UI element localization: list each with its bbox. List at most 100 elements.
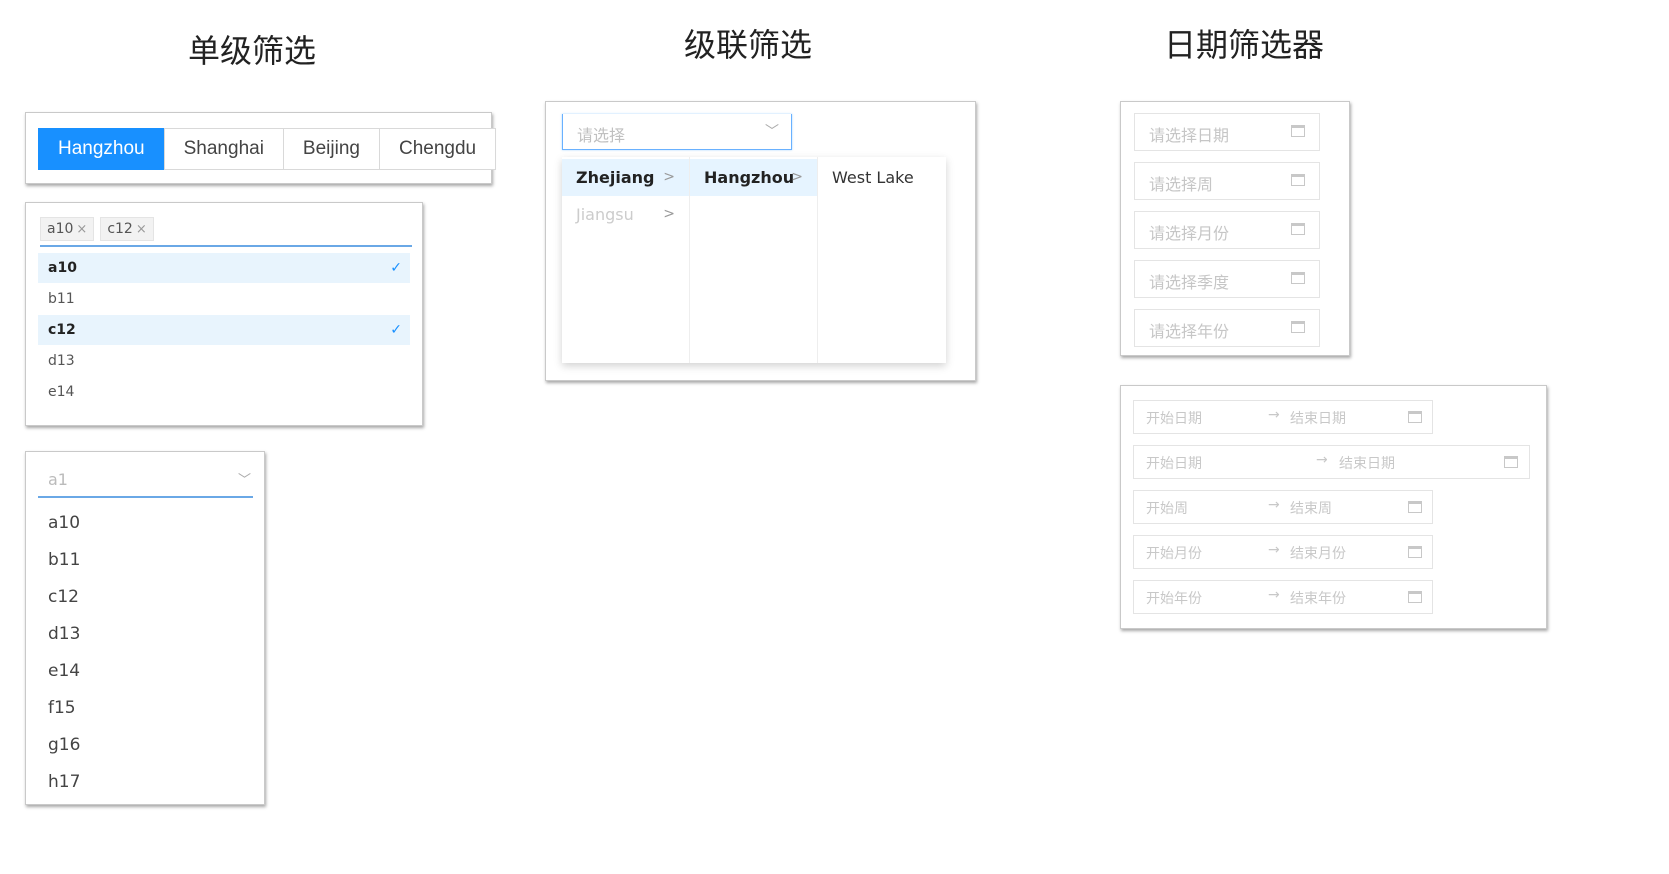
selected-tag: a10 × bbox=[40, 217, 95, 241]
range-start-placeholder: 开始年份 bbox=[1146, 591, 1202, 607]
range-start-placeholder: 开始日期 bbox=[1146, 456, 1202, 472]
list-item[interactable]: g16 bbox=[48, 735, 80, 755]
radio-option-beijing[interactable]: Beijing bbox=[282, 128, 380, 170]
cascader-item-hangzhou[interactable]: Hangzhou > bbox=[690, 159, 817, 196]
tag-label: a10 bbox=[47, 221, 74, 237]
option-label: e14 bbox=[48, 384, 75, 400]
range-picker-panel: 开始日期 → 结束日期 开始日期 → 结束日期 开始周 → 结束周 开始月份 →… bbox=[1120, 385, 1547, 629]
date-picker-placeholder: 请选择周 bbox=[1149, 175, 1214, 194]
range-end-placeholder: 结束日期 bbox=[1339, 456, 1395, 472]
radio-option-shanghai[interactable]: Shanghai bbox=[163, 128, 284, 170]
range-end-placeholder: 结束周 bbox=[1290, 501, 1332, 517]
calendar-icon bbox=[1291, 125, 1305, 137]
cascader-item-label: Zhejiang bbox=[576, 168, 655, 187]
calendar-icon bbox=[1291, 321, 1305, 333]
range-start-placeholder: 开始月份 bbox=[1146, 546, 1202, 562]
section-title-date: 日期筛选器 bbox=[1164, 26, 1325, 64]
check-icon: ✓ bbox=[390, 260, 402, 276]
calendar-icon bbox=[1408, 546, 1422, 558]
list-item[interactable]: a10 bbox=[48, 513, 80, 533]
calendar-icon bbox=[1408, 501, 1422, 513]
chevron-right-icon: > bbox=[663, 206, 675, 222]
list-item[interactable]: b11 bbox=[48, 550, 80, 570]
multi-option-c12[interactable]: c12 ✓ bbox=[38, 315, 410, 345]
tag-label: c12 bbox=[107, 221, 133, 237]
option-label: c12 bbox=[48, 322, 76, 338]
range-end-placeholder: 结束月份 bbox=[1290, 546, 1346, 562]
tag-remove-icon[interactable]: × bbox=[136, 222, 147, 237]
cascader-column-city: Hangzhou > bbox=[690, 157, 818, 363]
arrow-right-icon: → bbox=[1316, 452, 1328, 468]
arrow-right-icon: → bbox=[1268, 587, 1280, 603]
cascader-column-province: Zhejiang > Jiangsu > bbox=[562, 157, 690, 363]
radio-group-panel: Hangzhou Shanghai Beijing Chengdu bbox=[25, 112, 497, 184]
cascader-menu: Zhejiang > Jiangsu > Hangzhou > West Lake bbox=[562, 157, 946, 363]
cascader-input[interactable]: 请选择 ﹀ bbox=[562, 114, 792, 150]
tag-remove-icon[interactable]: × bbox=[76, 222, 87, 237]
cascader-item-zhejiang[interactable]: Zhejiang > bbox=[562, 159, 689, 196]
date-picker-year[interactable]: 请选择年份 bbox=[1134, 309, 1320, 347]
list-item[interactable]: c12 bbox=[48, 587, 79, 607]
date-picker-placeholder: 请选择日期 bbox=[1149, 126, 1230, 145]
arrow-right-icon: → bbox=[1268, 407, 1280, 423]
chevron-right-icon: > bbox=[791, 169, 803, 185]
range-start-placeholder: 开始日期 bbox=[1146, 411, 1202, 427]
date-picker-placeholder: 请选择年份 bbox=[1149, 322, 1230, 341]
cascader-panel: 请选择 ﹀ Zhejiang > Jiangsu > Hangzhou > West … bbox=[545, 101, 976, 381]
calendar-icon bbox=[1504, 456, 1518, 468]
cascader-item-jiangsu[interactable]: Jiangsu > bbox=[562, 196, 689, 233]
cascader-placeholder: 请选择 bbox=[577, 126, 626, 145]
arrow-right-icon: → bbox=[1268, 542, 1280, 558]
multi-option-e14[interactable]: e14 bbox=[38, 377, 410, 407]
check-icon: ✓ bbox=[390, 322, 402, 338]
multi-option-a10[interactable]: a10 ✓ bbox=[38, 253, 410, 283]
radio-option-hangzhou[interactable]: Hangzhou bbox=[38, 128, 165, 170]
range-picker-year[interactable]: 开始年份 → 结束年份 bbox=[1133, 580, 1433, 614]
multi-select-input[interactable]: a10 × c12 × bbox=[40, 217, 412, 247]
range-picker-week[interactable]: 开始周 → 结束周 bbox=[1133, 490, 1433, 524]
range-end-placeholder: 结束日期 bbox=[1290, 411, 1346, 427]
range-end-placeholder: 结束年份 bbox=[1290, 591, 1346, 607]
single-select-input[interactable]: a1 ﹀ bbox=[38, 466, 253, 498]
calendar-icon bbox=[1408, 411, 1422, 423]
cascader-item-label: Hangzhou bbox=[704, 168, 795, 187]
section-title-single: 单级筛选 bbox=[188, 32, 317, 70]
range-picker-month[interactable]: 开始月份 → 结束月份 bbox=[1133, 535, 1433, 569]
list-item[interactable]: e14 bbox=[48, 661, 80, 681]
selected-tag: c12 × bbox=[100, 217, 154, 241]
range-picker-date[interactable]: 开始日期 → 结束日期 bbox=[1133, 400, 1433, 434]
option-label: a10 bbox=[48, 260, 77, 276]
list-item[interactable]: d13 bbox=[48, 624, 80, 644]
date-picker-placeholder: 请选择季度 bbox=[1149, 273, 1230, 292]
option-label: b11 bbox=[48, 291, 75, 307]
radio-option-chengdu[interactable]: Chengdu bbox=[378, 128, 497, 170]
multi-option-d13[interactable]: d13 bbox=[38, 346, 410, 376]
calendar-icon bbox=[1291, 272, 1305, 284]
calendar-icon bbox=[1291, 223, 1305, 235]
range-picker-datetime[interactable]: 开始日期 → 结束日期 bbox=[1133, 445, 1530, 479]
arrow-right-icon: → bbox=[1268, 497, 1280, 513]
cascader-column-district: West Lake bbox=[818, 157, 946, 363]
single-select-panel: a1 ﹀ a10 b11 c12 d13 e14 f15 g16 h17 bbox=[25, 451, 265, 805]
date-picker-week[interactable]: 请选择周 bbox=[1134, 162, 1320, 200]
range-start-placeholder: 开始周 bbox=[1146, 501, 1188, 517]
chevron-down-icon: ﹀ bbox=[765, 124, 779, 140]
radio-group: Hangzhou Shanghai Beijing Chengdu bbox=[38, 128, 497, 170]
cascader-item-label: Jiangsu bbox=[576, 205, 634, 224]
cascader-item-label: West Lake bbox=[832, 168, 914, 187]
cascader-item-west-lake[interactable]: West Lake bbox=[818, 159, 945, 196]
chevron-right-icon: > bbox=[663, 169, 675, 185]
select-placeholder: a1 bbox=[48, 470, 68, 489]
multi-option-b11[interactable]: b11 bbox=[38, 284, 410, 314]
multi-select-panel: a10 × c12 × a10 ✓ b11 c12 ✓ d13 e14 bbox=[25, 202, 423, 426]
date-picker-quarter[interactable]: 请选择季度 bbox=[1134, 260, 1320, 298]
date-picker-panel: 请选择日期 请选择周 请选择月份 请选择季度 请选择年份 bbox=[1120, 101, 1350, 356]
calendar-icon bbox=[1291, 174, 1305, 186]
list-item[interactable]: h17 bbox=[48, 772, 80, 792]
date-picker-month[interactable]: 请选择月份 bbox=[1134, 211, 1320, 249]
list-item[interactable]: f15 bbox=[48, 698, 76, 718]
date-picker-placeholder: 请选择月份 bbox=[1149, 224, 1230, 243]
chevron-down-icon: ﹀ bbox=[237, 473, 251, 488]
calendar-icon bbox=[1408, 591, 1422, 603]
date-picker-day[interactable]: 请选择日期 bbox=[1134, 113, 1320, 151]
